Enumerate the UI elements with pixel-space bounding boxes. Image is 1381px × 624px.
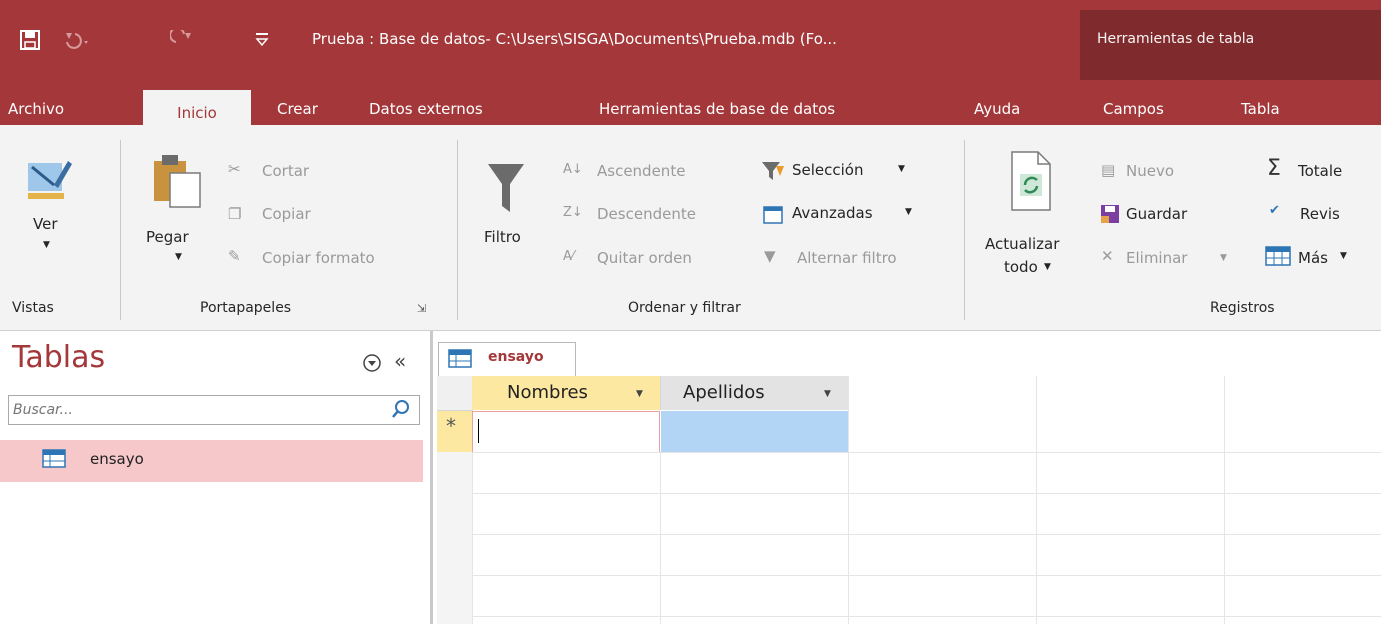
actualizar-label[interactable]: Actualizar <box>985 235 1059 253</box>
cortar-button[interactable]: Cortar <box>262 162 309 180</box>
descendente-button[interactable]: Descendente <box>597 205 696 223</box>
group-label-ordenar: Ordenar y filtrar <box>628 300 741 316</box>
tab-tabla[interactable]: Tabla <box>1241 100 1280 118</box>
sort-ascending-icon: A↓ <box>563 162 583 177</box>
selection-filter-icon <box>762 162 784 180</box>
nav-menu-dropdown-icon[interactable] <box>362 353 382 373</box>
clear-sort-icon: A⁄ <box>563 249 575 264</box>
grid-line <box>437 452 1381 453</box>
undo-icon[interactable] <box>63 30 93 50</box>
tab-datos-externos[interactable]: Datos externos <box>369 100 483 118</box>
redo-icon[interactable] <box>170 30 200 50</box>
cell-nombres-new[interactable] <box>472 411 660 453</box>
group-label-registros: Registros <box>1210 300 1275 316</box>
ribbon-divider <box>964 140 965 320</box>
chevron-down-icon[interactable]: ▼ <box>175 252 182 262</box>
avanzadas-button[interactable]: Avanzadas <box>792 204 873 222</box>
text-cursor <box>478 419 479 443</box>
quitar-orden-button[interactable]: Quitar orden <box>597 249 692 267</box>
grid-line <box>1224 376 1225 624</box>
todo-label[interactable]: todo <box>1004 258 1038 276</box>
table-icon <box>42 449 66 468</box>
delete-icon: ✕ <box>1101 247 1114 265</box>
customize-toolbar-icon[interactable] <box>254 30 270 50</box>
chevron-down-icon[interactable]: ▼ <box>1044 262 1051 272</box>
filtro-button[interactable]: Filtro <box>484 228 521 246</box>
chevron-down-icon[interactable]: ▼ <box>1220 253 1227 263</box>
grid-line <box>437 493 1381 494</box>
search-input[interactable] <box>11 397 385 423</box>
copiar-formato-button[interactable]: Copiar formato <box>262 249 375 267</box>
mas-button[interactable]: Más <box>1298 249 1328 267</box>
grid-line <box>472 452 473 624</box>
search-icon[interactable] <box>390 398 412 420</box>
toggle-filter-icon: ▼ <box>764 247 776 265</box>
refresh-all-icon <box>1011 151 1051 211</box>
format-painter-icon: ✎ <box>228 247 241 265</box>
guardar-button[interactable]: Guardar <box>1126 205 1187 223</box>
document-tab-label: ensayo <box>488 349 544 365</box>
window-title: Prueba : Base de datos- C:\Users\SISGA\D… <box>312 30 837 48</box>
chevron-down-icon[interactable]: ▼ <box>824 389 831 399</box>
seleccion-button[interactable]: Selección <box>792 161 864 179</box>
filter-icon <box>488 164 524 212</box>
scissors-icon: ✂ <box>228 160 241 178</box>
chevron-down-icon[interactable]: ▼ <box>905 207 912 217</box>
pegar-button[interactable]: Pegar <box>146 228 189 246</box>
revisar-button[interactable]: Revis <box>1300 205 1340 223</box>
chevron-down-icon[interactable]: ▼ <box>43 240 50 250</box>
cell-apellidos-new[interactable] <box>661 411 848 452</box>
table-icon <box>448 349 472 368</box>
advanced-filter-icon <box>763 206 783 224</box>
new-row-marker: * <box>446 414 456 438</box>
totales-button[interactable]: Totale <box>1298 162 1342 180</box>
grid-line <box>1036 376 1037 624</box>
dialog-launcher-icon[interactable]: ⇲ <box>417 302 426 315</box>
new-record-icon: ▤ <box>1101 161 1116 179</box>
save-record-icon <box>1101 205 1119 223</box>
context-tab-label: Herramientas de tabla <box>1097 31 1255 47</box>
sum-icon: Σ <box>1267 156 1281 181</box>
tab-inicio[interactable]: Inicio <box>143 90 251 126</box>
select-all-corner[interactable] <box>437 376 473 411</box>
grid-line <box>437 534 1381 535</box>
chevron-down-icon[interactable]: ▼ <box>898 164 905 174</box>
eliminar-button[interactable]: Eliminar <box>1126 249 1187 267</box>
save-icon[interactable] <box>20 30 40 50</box>
nuevo-button[interactable]: Nuevo <box>1126 162 1174 180</box>
tab-herramientas-base-datos[interactable]: Herramientas de base de datos <box>599 100 835 118</box>
copiar-button[interactable]: Copiar <box>262 205 311 223</box>
tab-ayuda[interactable]: Ayuda <box>974 100 1020 118</box>
spelling-icon: ✔ <box>1269 203 1280 218</box>
chevron-down-icon[interactable]: ▼ <box>1340 251 1347 261</box>
ascendente-button[interactable]: Ascendente <box>597 162 685 180</box>
paste-icon <box>154 155 201 208</box>
grid-line <box>848 376 849 624</box>
record-selector-column <box>437 452 472 624</box>
grid-line <box>437 616 1381 617</box>
view-design-icon <box>28 161 72 199</box>
alternar-filtro-button[interactable]: Alternar filtro <box>797 249 897 267</box>
group-label-portapapeles: Portapapeles <box>200 300 292 316</box>
group-label-vistas: Vistas <box>12 300 54 316</box>
column-header-label: Nombres <box>507 382 588 403</box>
tab-crear[interactable]: Crear <box>277 100 318 118</box>
more-grid-icon <box>1265 246 1291 266</box>
sort-descending-icon: Z↓ <box>563 205 583 220</box>
navigation-pane-border[interactable] <box>430 331 433 624</box>
nav-pane-title: Tablas <box>12 340 106 375</box>
grid-line <box>660 452 661 624</box>
ver-button[interactable]: Ver <box>33 215 58 233</box>
grid-line <box>437 575 1381 576</box>
nav-item-label: ensayo <box>90 450 144 468</box>
document-tab-strip <box>437 332 1381 375</box>
tab-campos[interactable]: Campos <box>1103 100 1164 118</box>
ribbon-divider <box>120 140 121 320</box>
chevron-down-icon[interactable]: ▼ <box>636 389 643 399</box>
tab-archivo[interactable]: Archivo <box>8 100 64 118</box>
collapse-pane-icon[interactable]: « <box>394 349 406 373</box>
ribbon-divider <box>457 140 458 320</box>
copy-icon: ❐ <box>228 205 242 223</box>
column-header-label: Apellidos <box>683 382 765 403</box>
